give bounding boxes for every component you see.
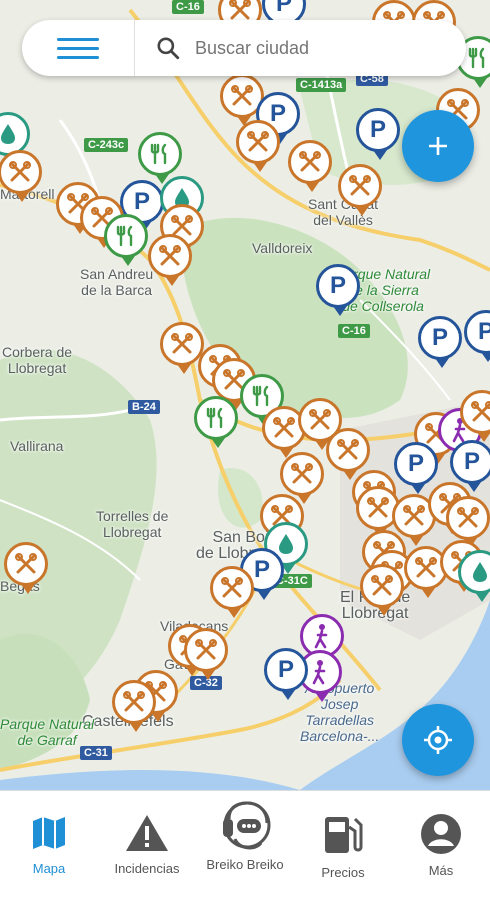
tab-label: Precios bbox=[321, 865, 365, 880]
menu-button[interactable] bbox=[22, 20, 135, 76]
parking-marker[interactable]: P bbox=[450, 440, 490, 492]
road-shield-c243c: C-243c bbox=[84, 138, 129, 152]
repair-tool-icon bbox=[326, 428, 370, 480]
repair-tool-marker[interactable] bbox=[0, 150, 42, 202]
parking-icon: P bbox=[356, 108, 400, 160]
repair-tool-marker[interactable] bbox=[338, 164, 382, 216]
parking-icon: P bbox=[316, 264, 360, 316]
map-view[interactable]: Martorell San Andreu de la Barca Corbera… bbox=[0, 0, 490, 790]
tab-precios[interactable]: Precios bbox=[294, 791, 392, 901]
repair-tool-icon bbox=[4, 542, 48, 594]
repair-tool-marker[interactable] bbox=[460, 390, 490, 442]
search-icon bbox=[157, 37, 180, 60]
parking-icon: P bbox=[394, 442, 438, 494]
tab-label: Más bbox=[428, 863, 454, 878]
parking-icon: P bbox=[264, 648, 308, 700]
road-shield-c31: C-31 bbox=[80, 746, 112, 760]
repair-tool-marker[interactable] bbox=[446, 496, 490, 548]
search-input[interactable] bbox=[193, 36, 466, 60]
place-label-vallirana: Vallirana bbox=[10, 438, 64, 454]
water-marker[interactable] bbox=[458, 550, 490, 602]
road-shield-b24: B-24 bbox=[128, 400, 160, 414]
repair-tool-icon bbox=[460, 390, 490, 442]
restaurant-marker[interactable] bbox=[194, 396, 238, 448]
repair-tool-icon bbox=[360, 564, 404, 616]
restaurant-icon bbox=[138, 132, 182, 184]
place-label-san-andreu: San Andreu de la Barca bbox=[80, 266, 154, 298]
locate-button[interactable] bbox=[402, 704, 474, 776]
parking-marker[interactable]: P bbox=[418, 316, 462, 368]
road-shield-c16b: C-16 bbox=[338, 324, 370, 338]
water-icon bbox=[458, 550, 490, 602]
repair-tool-marker[interactable] bbox=[4, 542, 48, 594]
repair-tool-icon bbox=[210, 566, 254, 618]
repair-tool-marker[interactable] bbox=[236, 120, 280, 172]
tab-label: Breiko Breiko bbox=[206, 857, 284, 872]
place-label-garraf: Parque Natural de Garraf bbox=[0, 716, 95, 748]
parking-icon: P bbox=[418, 316, 462, 368]
place-label-valldoreix: Valldoreix bbox=[252, 240, 313, 256]
repair-tool-icon bbox=[112, 680, 156, 732]
repair-tool-marker[interactable] bbox=[280, 452, 324, 504]
warning-icon bbox=[126, 815, 168, 851]
repair-tool-icon bbox=[184, 628, 228, 680]
plus-icon bbox=[429, 137, 447, 155]
tab-mas[interactable]: Más bbox=[392, 791, 490, 901]
repair-tool-icon bbox=[446, 496, 490, 548]
repair-tool-icon bbox=[338, 164, 382, 216]
tab-label: Mapa bbox=[32, 861, 66, 876]
repair-tool-marker[interactable] bbox=[360, 564, 404, 616]
profile-icon bbox=[421, 814, 461, 854]
restaurant-marker[interactable] bbox=[138, 132, 182, 184]
chatbot-icon bbox=[223, 801, 271, 850]
add-button[interactable] bbox=[402, 110, 474, 182]
repair-tool-marker[interactable] bbox=[184, 628, 228, 680]
parking-marker[interactable]: P bbox=[316, 264, 360, 316]
place-label-corbera: Corbera de Llobregat bbox=[2, 344, 73, 376]
parking-marker[interactable]: P bbox=[264, 648, 308, 700]
road-shield-c16: C-16 bbox=[172, 0, 204, 14]
parking-icon: P bbox=[464, 310, 490, 362]
repair-tool-marker[interactable] bbox=[160, 322, 204, 374]
tab-mapa[interactable]: Mapa bbox=[0, 791, 98, 901]
repair-tool-icon bbox=[288, 140, 332, 192]
location-target-icon bbox=[424, 726, 452, 754]
restaurant-marker[interactable] bbox=[104, 214, 148, 266]
restaurant-icon bbox=[194, 396, 238, 448]
parking-marker[interactable]: P bbox=[356, 108, 400, 160]
repair-tool-marker[interactable] bbox=[148, 234, 192, 286]
repair-tool-icon bbox=[236, 120, 280, 172]
repair-tool-icon bbox=[280, 452, 324, 504]
search-bar bbox=[22, 20, 466, 76]
tab-label: Incidencias bbox=[114, 861, 180, 876]
restaurant-icon bbox=[104, 214, 148, 266]
tab-breiko[interactable]: Breiko Breiko bbox=[196, 791, 294, 901]
parking-marker[interactable]: P bbox=[464, 310, 490, 362]
repair-tool-marker[interactable] bbox=[210, 566, 254, 618]
bottom-tab-bar: Mapa Incidencias Breiko Breiko Precios M… bbox=[0, 790, 490, 901]
road-shield-c1413a: C-1413a bbox=[296, 78, 347, 92]
map-icon bbox=[33, 817, 65, 849]
place-label-torrelles: Torrelles de Llobregat bbox=[96, 508, 169, 540]
fuel-pump-icon bbox=[325, 817, 363, 853]
tab-incidencias[interactable]: Incidencias bbox=[98, 791, 196, 901]
repair-tool-marker[interactable] bbox=[288, 140, 332, 192]
parking-icon: P bbox=[450, 440, 490, 492]
repair-tool-marker[interactable] bbox=[112, 680, 156, 732]
repair-tool-icon bbox=[0, 150, 42, 202]
repair-tool-marker[interactable] bbox=[326, 428, 370, 480]
repair-tool-icon bbox=[148, 234, 192, 286]
hamburger-icon bbox=[57, 32, 99, 65]
